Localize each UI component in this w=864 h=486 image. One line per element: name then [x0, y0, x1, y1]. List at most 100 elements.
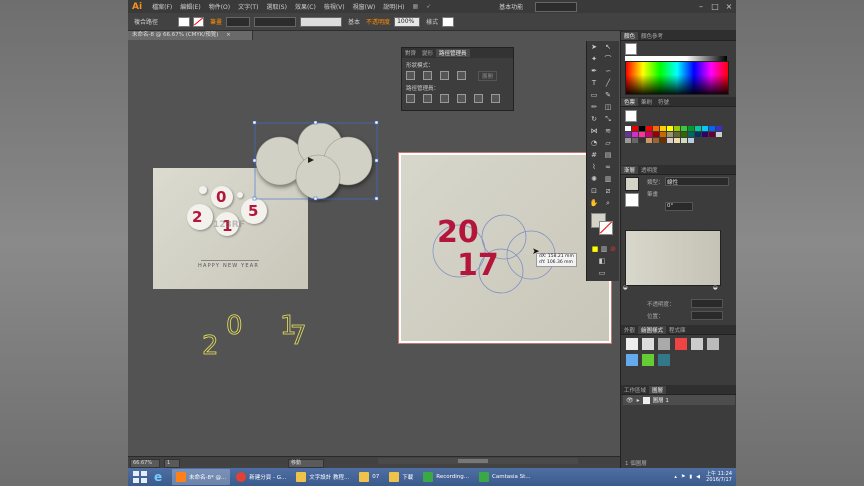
magic-wand-icon[interactable]: ✦: [589, 54, 599, 64]
network-icon[interactable]: ▮: [689, 474, 692, 480]
tab-pathfinder[interactable]: 路徑管理員: [436, 49, 470, 57]
menu-window[interactable]: 視窗(W): [353, 2, 376, 11]
graphic-style[interactable]: [642, 354, 655, 366]
tab-gradient[interactable]: 漸層: [621, 165, 639, 174]
close-icon[interactable]: ×: [722, 2, 736, 11]
volume-icon[interactable]: ◀: [696, 474, 700, 480]
swatch[interactable]: [660, 132, 666, 137]
swatch[interactable]: [646, 132, 652, 137]
scroll-thumb[interactable]: [458, 459, 488, 463]
artboard-2017[interactable]: 20 17: [398, 152, 612, 344]
canvas[interactable]: 2 0 1 5 123RF HAPPY NEW YEAR 20 17 ➤ dX:…: [128, 41, 612, 456]
symbol-sprayer-icon[interactable]: ✺: [589, 174, 599, 184]
cloud-shape-selection[interactable]: [252, 121, 382, 203]
swatch-grid[interactable]: [625, 126, 729, 144]
arrange-icon[interactable]: ➶: [426, 3, 431, 10]
blend-tool-icon[interactable]: ∞: [603, 162, 613, 172]
tab-graphic-styles[interactable]: 繪圖樣式: [638, 325, 667, 334]
tab-libraries[interactable]: 程式庫: [666, 326, 689, 334]
variable-width-field[interactable]: [254, 16, 297, 27]
gradient-tool-icon[interactable]: ▤: [603, 150, 613, 160]
mesh-tool-icon[interactable]: #: [589, 150, 599, 160]
exclude-icon[interactable]: [457, 71, 466, 80]
visibility-eye-icon[interactable]: 👁: [626, 397, 634, 404]
swatch-none[interactable]: [625, 110, 637, 122]
eyedropper-icon[interactable]: ⌇: [589, 162, 599, 172]
color-spectrum[interactable]: [625, 61, 729, 95]
swatch[interactable]: [660, 138, 666, 143]
pen-tool-icon[interactable]: ✒: [589, 66, 599, 76]
graphic-style[interactable]: [707, 338, 720, 350]
none-mode-icon[interactable]: ⊘: [608, 244, 618, 254]
menu-help[interactable]: 說明(H): [383, 2, 404, 11]
layer-row[interactable]: 👁 ▸ 圖層 1: [623, 395, 735, 405]
swatch[interactable]: [646, 126, 652, 131]
unite-icon[interactable]: [406, 71, 415, 80]
merge-icon[interactable]: [440, 94, 449, 103]
fill-stroke-widget[interactable]: [591, 213, 613, 235]
workspace-switcher[interactable]: 基本功能: [499, 2, 523, 11]
swatch[interactable]: [681, 138, 687, 143]
graphic-style[interactable]: [626, 338, 638, 350]
perspective-icon[interactable]: ▱: [603, 138, 613, 148]
warp-tool-icon[interactable]: ≋: [603, 126, 613, 136]
opacity-label[interactable]: 不透明度: [366, 17, 390, 26]
swatch[interactable]: [702, 132, 708, 137]
search-field[interactable]: [535, 1, 578, 12]
tab-transparency[interactable]: 透明度: [638, 166, 661, 174]
graph-tool-icon[interactable]: ▥: [603, 174, 613, 184]
bridge-icon[interactable]: ▦: [412, 3, 418, 10]
graphic-style[interactable]: [626, 354, 638, 366]
slice-tool-icon[interactable]: ⧄: [603, 186, 613, 196]
brush-tool-icon[interactable]: ✎: [603, 90, 613, 100]
stroke-box[interactable]: [599, 221, 613, 235]
swatch[interactable]: [674, 132, 680, 137]
swatch[interactable]: [681, 132, 687, 137]
selection-tool-icon[interactable]: ➤: [589, 42, 599, 52]
pencil-tool-icon[interactable]: ✏: [589, 102, 599, 112]
curvature-icon[interactable]: ∽: [603, 66, 613, 76]
swatch[interactable]: [653, 138, 659, 143]
graphic-style[interactable]: [642, 338, 655, 350]
swatch[interactable]: [702, 126, 708, 131]
swatch[interactable]: [709, 132, 715, 137]
expand-button[interactable]: 展開: [478, 71, 498, 81]
swatch[interactable]: [660, 126, 666, 131]
yellow-digit-7[interactable]: 7: [290, 321, 307, 352]
minimize-icon[interactable]: –: [694, 2, 708, 11]
location-field[interactable]: [691, 311, 723, 320]
graphic-style[interactable]: [658, 338, 671, 350]
flag-icon[interactable]: ⚑: [681, 474, 685, 480]
line-tool-icon[interactable]: ╱: [603, 78, 613, 88]
document-close-icon[interactable]: ×: [226, 32, 231, 38]
layer-name[interactable]: 圖層 1: [653, 396, 669, 404]
type-tool-icon[interactable]: T: [589, 78, 599, 88]
zoom-tool-icon[interactable]: ⌕: [603, 198, 613, 208]
graphic-style[interactable]: [690, 338, 703, 350]
gradient-preview[interactable]: [625, 230, 721, 286]
swatch[interactable]: [667, 138, 673, 143]
tab-swatches[interactable]: 色票: [621, 97, 639, 106]
minus-back-icon[interactable]: [491, 94, 500, 103]
document-tab[interactable]: 未命名-8 @ 66.67% (CMYK/預覽) ×: [128, 31, 253, 40]
swatch[interactable]: [688, 132, 694, 137]
swatch[interactable]: [632, 138, 638, 143]
swatch[interactable]: [716, 132, 722, 137]
menu-file[interactable]: 檔案(F): [152, 2, 172, 11]
start-button-icon[interactable]: [132, 470, 150, 484]
swatch[interactable]: [688, 126, 694, 131]
width-tool-icon[interactable]: ⋈: [589, 126, 599, 136]
hand-tool-icon[interactable]: ✋: [589, 198, 599, 208]
yellow-digit-0[interactable]: 0: [226, 311, 243, 342]
scale-tool-icon[interactable]: ⤡: [603, 114, 613, 124]
stroke-label[interactable]: 筆畫: [210, 17, 222, 26]
taskbar-item-folder[interactable]: 07: [355, 469, 383, 485]
zoom-field[interactable]: 66.67%: [130, 459, 160, 468]
artboard-tool-icon[interactable]: ⊡: [589, 186, 599, 196]
swatch[interactable]: [681, 126, 687, 131]
graphic-style[interactable]: [658, 354, 671, 366]
graphic-style-grid[interactable]: [625, 337, 729, 369]
swatch[interactable]: [695, 132, 701, 137]
swatch[interactable]: [639, 132, 645, 137]
fill-swatch[interactable]: [178, 16, 191, 27]
